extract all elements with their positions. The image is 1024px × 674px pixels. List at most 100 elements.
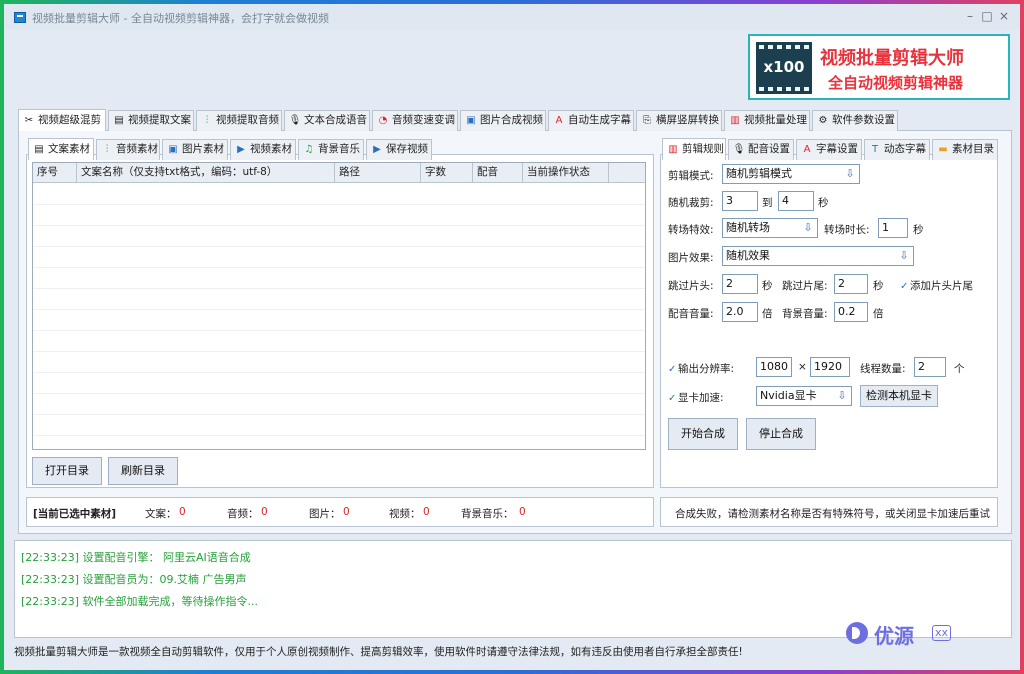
table-row: [33, 435, 645, 436]
col-header-status[interactable]: 当前操作状态: [523, 163, 609, 183]
tab-label: 文案素材: [48, 143, 90, 155]
tab-label: 图片合成视频: [480, 114, 543, 126]
col-header-word-count[interactable]: 字数: [421, 163, 473, 183]
image-effect-value: 随机效果: [726, 249, 770, 262]
open-folder-button[interactable]: 打开目录: [32, 457, 102, 485]
tab-orientation-convert[interactable]: ⎘ 横屏竖屏转换: [636, 110, 722, 131]
tab-text-material[interactable]: ▤ 文案素材: [28, 138, 94, 160]
film-logo-icon: x100: [756, 42, 812, 94]
tab-video-material[interactable]: ▶ 视频素材: [230, 139, 296, 160]
start-compose-button[interactable]: 开始合成: [668, 418, 738, 450]
random-cut-unit: 秒: [818, 197, 829, 209]
status-image-count: 0: [343, 506, 350, 518]
transition-select[interactable]: 随机转场 ⇩: [722, 218, 818, 238]
gauge-icon: ◔: [378, 115, 388, 126]
add-intro-outro-checkbox[interactable]: ✓ 添加片头片尾: [900, 278, 973, 293]
table-row: [33, 246, 645, 247]
col-header-name[interactable]: 文案名称（仅支持txt格式，编码：utf-8）: [77, 163, 335, 183]
resolution-width-input[interactable]: 1080: [756, 357, 792, 377]
bg-volume-label: 背景音量:: [782, 308, 828, 320]
random-cut-label: 随机裁剪:: [668, 197, 714, 209]
checkmark-icon: ✓: [668, 393, 677, 404]
close-button[interactable]: ×: [998, 9, 1010, 23]
table-row: [33, 351, 645, 352]
status-audio-label: 音频：: [227, 508, 259, 520]
detect-gpu-button[interactable]: 检测本机显卡: [860, 385, 938, 407]
table-row: [33, 393, 645, 394]
microphone-icon: 🎙: [288, 115, 302, 126]
output-resolution-checkbox[interactable]: ✓ 输出分辨率:: [668, 361, 734, 376]
dropdown-arrow-icon: ⇩: [899, 249, 909, 262]
tab-audio-material[interactable]: ⫶ 音频素材: [96, 139, 160, 160]
col-header-index[interactable]: 序号: [33, 163, 77, 183]
app-logo-banner: x100 视频批量剪辑大师 全自动视频剪辑神器: [748, 34, 1010, 100]
tab-background-music[interactable]: ♫ 背景音乐: [298, 139, 364, 160]
tab-extract-audio[interactable]: ⫶ 视频提取音频: [196, 110, 282, 131]
tab-label: 背景音乐: [318, 143, 360, 155]
text-material-table[interactable]: 序号 文案名称（仅支持txt格式，编码：utf-8） 路径 字数 配音 当前操作…: [32, 162, 646, 450]
tab-software-settings[interactable]: ⚙ 软件参数设置: [812, 110, 898, 131]
film-icon: ▥: [730, 115, 740, 126]
dub-volume-unit: 倍: [762, 308, 773, 320]
image-icon: ▣: [466, 115, 476, 126]
tab-auto-subtitle[interactable]: A 自动生成字幕: [548, 110, 634, 131]
skip-tail-input[interactable]: 2: [834, 274, 868, 294]
tab-label: 字幕设置: [816, 143, 858, 155]
watermark-sub: xx: [932, 625, 952, 641]
image-effect-select[interactable]: 随机效果 ⇩: [722, 246, 914, 266]
tab-dynamic-subtitle[interactable]: T 动态字幕: [864, 139, 930, 160]
settings-tab-bar: ▥ 剪辑规则 🎙 配音设置 A 字幕设置 T 动态字幕 ▬ 素材目录: [662, 138, 998, 160]
col-header-path[interactable]: 路径: [335, 163, 421, 183]
tab-save-video[interactable]: ▶ 保存视频: [366, 139, 432, 160]
tab-extract-text[interactable]: ▤ 视频提取文案: [108, 110, 194, 131]
refresh-folder-button[interactable]: 刷新目录: [108, 457, 178, 485]
table-row: [33, 225, 645, 226]
dub-volume-input[interactable]: 2.0: [722, 302, 758, 322]
thread-count-input[interactable]: 2: [914, 357, 946, 377]
tab-material-folder[interactable]: ▬ 素材目录: [932, 139, 998, 160]
edit-mode-select[interactable]: 随机剪辑模式 ⇩: [722, 164, 860, 184]
tab-label: 自动生成字幕: [568, 114, 631, 126]
tab-image-to-video[interactable]: ▣ 图片合成视频: [460, 110, 546, 131]
maximize-button[interactable]: □: [981, 9, 993, 23]
watermark-logo-icon: [846, 622, 868, 644]
bg-volume-input[interactable]: 0.2: [834, 302, 868, 322]
tab-label: 剪辑规则: [682, 143, 724, 155]
transition-duration-input[interactable]: 1: [878, 218, 908, 238]
col-header-dub[interactable]: 配音: [473, 163, 523, 183]
output-resolution-label: 输出分辨率:: [678, 363, 735, 375]
scissors-icon: ✂: [24, 115, 34, 126]
tab-subtitle-settings[interactable]: A 字幕设置: [796, 139, 862, 160]
random-cut-to-input[interactable]: 4: [778, 191, 814, 211]
error-message: 合成失败，请检测素材名称是否有特殊符号，或关闭显卡加速后重试: [675, 508, 990, 520]
tab-dub-settings[interactable]: 🎙 配音设置: [728, 139, 794, 160]
tab-edit-rules[interactable]: ▥ 剪辑规则: [662, 138, 726, 160]
random-cut-from-input[interactable]: 3: [722, 191, 758, 211]
skip-head-input[interactable]: 2: [722, 274, 758, 294]
tab-batch-process[interactable]: ▥ 视频批量处理: [724, 110, 810, 131]
disclaimer-footer: 视频批量剪辑大师是一款视频全自动剪辑软件，仅用于个人原创视频制作、提高剪辑效率，…: [14, 646, 743, 658]
selected-material-status: [当前已选中素材] 文案： 0 音频： 0 图片： 0 视频： 0 背景音乐： …: [26, 497, 654, 527]
tab-label: 横屏竖屏转换: [656, 114, 719, 126]
folder-icon: ▬: [938, 144, 948, 155]
stop-compose-button[interactable]: 停止合成: [746, 418, 816, 450]
tab-video-mix[interactable]: ✂ 视频超级混剪: [18, 109, 106, 131]
tab-label: 动态字幕: [884, 143, 926, 155]
title-bar[interactable]: 视频批量剪辑大师 - 全自动视频剪辑神器，会打字就会做视频 – □ ×: [4, 4, 1020, 30]
play-icon: ▶: [237, 144, 245, 155]
tab-audio-speed[interactable]: ◔ 音频变速变调: [372, 110, 458, 131]
tab-label: 素材目录: [952, 143, 994, 155]
minimize-button[interactable]: –: [964, 9, 976, 23]
gpu-select[interactable]: Nvidia显卡 ⇩: [756, 386, 852, 406]
transition-label: 转场特效:: [668, 224, 714, 236]
table-row: [33, 414, 645, 415]
resolution-height-input[interactable]: 1920: [810, 357, 850, 377]
image-effect-label: 图片效果:: [668, 252, 714, 264]
status-audio-count: 0: [261, 506, 268, 518]
tab-text-to-speech[interactable]: 🎙 文本合成语音: [284, 110, 370, 131]
tab-label: 音频素材: [116, 143, 158, 155]
tab-image-material[interactable]: ▣ 图片素材: [162, 139, 228, 160]
tab-label: 配音设置: [748, 143, 790, 155]
gpu-accel-checkbox[interactable]: ✓ 显卡加速:: [668, 390, 724, 405]
gpu-value: Nvidia显卡: [760, 389, 817, 402]
